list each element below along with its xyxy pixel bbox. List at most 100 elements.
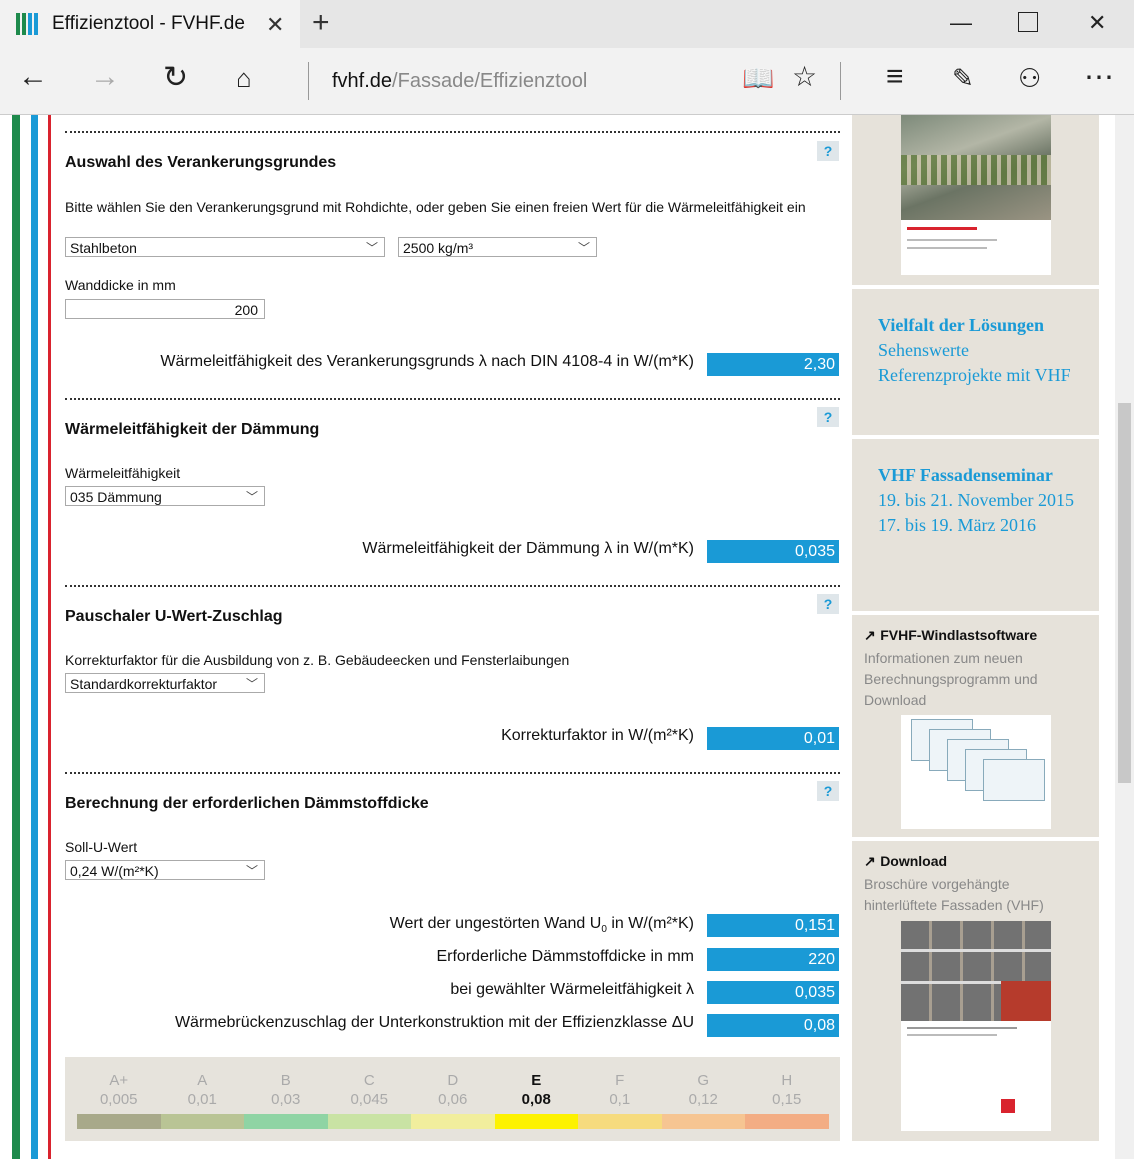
- brochure-download-cover-image: [901, 921, 1051, 1131]
- efficiency-class-name: C: [363, 1072, 375, 1089]
- density-select[interactable]: 2500 kg/m³ ﹀: [398, 237, 597, 257]
- main-content: ? Auswahl des Verankerungsgrundes Bitte …: [52, 115, 849, 1159]
- section-divider: [65, 131, 840, 133]
- browser-tab[interactable]: Effizienztool - FVHF.de ✕: [0, 0, 300, 48]
- anchor-conductivity-value: 2,30: [707, 353, 839, 376]
- refresh-icon[interactable]: ↻: [163, 60, 188, 95]
- tab-title: Effizienztool - FVHF.de: [52, 13, 245, 34]
- promo-seminar[interactable]: VHF Fassadenseminar 19. bis 21. November…: [852, 439, 1099, 611]
- reading-view-icon[interactable]: 📖: [742, 63, 774, 94]
- correction-select-value: Standardkorrekturfaktor: [70, 676, 218, 692]
- chevron-down-icon: ﹀: [577, 241, 590, 255]
- promo-references[interactable]: Vielfalt der Lösungen Sehenswerte Refere…: [852, 289, 1099, 435]
- windload-link-text: Informationen zum neuen Berechnungsprogr…: [864, 650, 1038, 708]
- heading-anchor: Auswahl des Verankerungsgrundes: [65, 154, 337, 171]
- minimize-icon[interactable]: —: [950, 10, 972, 36]
- address-path: /Fassade/Effizienztool: [392, 70, 588, 92]
- share-icon[interactable]: ⚇: [1018, 63, 1041, 94]
- brochure-teaser[interactable]: [852, 115, 1099, 285]
- efficiency-class-8: G 0,12: [662, 1071, 746, 1109]
- efficiency-class-value: 0,01: [187, 1091, 217, 1108]
- efficiency-color-bar: [578, 1114, 662, 1129]
- heading-uvalue: Pauschaler U-Wert-Zuschlag: [65, 608, 283, 625]
- efficiency-class-name: E: [531, 1072, 542, 1089]
- efficiency-class-value: 0,1: [609, 1091, 631, 1108]
- result-label: Wärmebrückenzuschlag der Unterkonstrukti…: [174, 1014, 694, 1031]
- forward-arrow-icon[interactable]: →: [90, 60, 120, 94]
- more-icon[interactable]: ⋯: [1084, 60, 1114, 95]
- efficiency-color-bar: [160, 1114, 245, 1129]
- efficiency-color-bar: [244, 1114, 328, 1129]
- close-window-icon[interactable]: ✕: [1088, 10, 1106, 36]
- help-button-anchor[interactable]: ?: [817, 141, 839, 161]
- insulation-conductivity-label: Wärmeleitfähigkeit: [65, 465, 181, 481]
- efficiency-class-value: 0,03: [271, 1091, 301, 1108]
- chevron-down-icon: ﹀: [245, 490, 258, 504]
- result-label-text: Wert der ungestörten Wand U: [389, 915, 602, 932]
- help-button-insulation[interactable]: ?: [817, 407, 839, 427]
- efficiency-class-value: 0,005: [99, 1091, 138, 1108]
- promo-seminar-title: VHF Fassadenseminar: [878, 465, 1053, 485]
- efficiency-class-name: A+: [109, 1072, 129, 1089]
- correction-select[interactable]: Standardkorrekturfaktor ﹀: [65, 673, 265, 693]
- chevron-down-icon: ﹀: [365, 241, 378, 255]
- fvhf-favicon-icon: [16, 13, 38, 35]
- windload-software-teaser[interactable]: ↗ FVHF-Windlastsoftware Informationen zu…: [852, 615, 1099, 837]
- help-button-uvalue[interactable]: ?: [817, 594, 839, 614]
- material-select[interactable]: Stahlbeton ﹀: [65, 237, 385, 257]
- favorite-star-icon[interactable]: ☆: [792, 60, 817, 93]
- target-uvalue-select[interactable]: 0,24 W/(m²*K) ﹀: [65, 860, 265, 880]
- efficiency-class-name: G: [697, 1072, 710, 1089]
- address-bar[interactable]: fvhf.de/Fassade/Effizienztool: [332, 70, 587, 93]
- vertical-scrollbar[interactable]: [1115, 115, 1134, 1159]
- anchor-conductivity-label: Wärmeleitfähigkeit des Verankerungsgrund…: [160, 353, 694, 370]
- efficiency-class-7: F 0,1: [578, 1071, 662, 1109]
- efficiency-class-value: 0,08: [521, 1091, 551, 1108]
- title-bar: Effizienztool - FVHF.de ✕ + — ✕: [0, 0, 1134, 48]
- correction-result-label: Korrekturfaktor in W/(m²*K): [501, 727, 694, 744]
- result-label-unit: in W/(m²*K): [606, 915, 694, 932]
- correction-factor-label: Korrekturfaktor für die Ausbildung von z…: [65, 652, 570, 668]
- wall-thickness-label: Wanddicke in mm: [65, 277, 176, 293]
- chevron-down-icon: ﹀: [245, 864, 258, 878]
- maximize-icon[interactable]: [1018, 12, 1038, 32]
- efficiency-color-bar: [661, 1114, 746, 1129]
- blue-stripe: [31, 115, 38, 1159]
- result-label: Erforderliche Dämmstoffdicke in mm: [436, 948, 694, 965]
- heading-insulation: Wärmeleitfähigkeit der Dämmung: [65, 421, 320, 438]
- new-tab-icon[interactable]: +: [312, 6, 330, 40]
- insulation-select[interactable]: 035 Dämmung ﹀: [65, 486, 265, 506]
- scrollbar-thumb[interactable]: [1118, 403, 1131, 783]
- download-link-title[interactable]: Download: [880, 853, 947, 869]
- efficiency-class-name: D: [447, 1072, 459, 1089]
- home-icon[interactable]: ⌂: [236, 63, 252, 94]
- insulation-select-value: 035 Dämmung: [70, 489, 162, 505]
- download-brochure-teaser[interactable]: ↗ Download Broschüre vorgehängte hinterl…: [852, 841, 1099, 1141]
- arrow-link-icon: ↗: [864, 853, 876, 869]
- insulation-result-value: 0,035: [707, 540, 839, 563]
- promo-seminar-date-1: 19. bis 21. November 2015: [878, 490, 1074, 510]
- windload-link-title[interactable]: FVHF-Windlastsoftware: [880, 627, 1037, 643]
- help-button-thickness[interactable]: ?: [817, 781, 839, 801]
- download-link-text: Broschüre vorgehängte hinterlüftete Fass…: [864, 876, 1044, 913]
- section-divider: [65, 585, 840, 587]
- efficiency-class-9: H 0,15: [745, 1071, 829, 1109]
- efficiency-class-4: C 0,045: [328, 1071, 412, 1109]
- efficiency-class-name: A: [197, 1072, 208, 1089]
- efficiency-class-scale: A+ 0,005 A 0,01 B 0,03 C 0,045 D 0,06 E 0,08 F 0,1 G 0,…: [65, 1049, 840, 1141]
- web-note-icon[interactable]: ✎: [952, 63, 974, 94]
- wall-thickness-input[interactable]: 200: [65, 299, 265, 319]
- efficiency-class-value: 0,06: [438, 1091, 468, 1108]
- density-select-value: 2500 kg/m³: [403, 240, 474, 256]
- arrow-link-icon: ↗: [864, 627, 876, 643]
- navigation-bar: ← → ↻ ⌂ fvhf.de/Fassade/Effizienztool 📖 …: [0, 48, 1134, 115]
- efficiency-class-5: D 0,06: [411, 1071, 495, 1109]
- section-divider: [65, 398, 840, 400]
- hub-icon[interactable]: ≡: [886, 60, 904, 94]
- correction-result-value: 0,01: [707, 727, 839, 750]
- software-screenshot-image: [901, 715, 1051, 829]
- close-tab-icon[interactable]: ✕: [266, 12, 284, 38]
- back-arrow-icon[interactable]: ←: [18, 60, 48, 94]
- efficiency-color-bar: [327, 1114, 412, 1129]
- efficiency-class-value: 0,12: [688, 1091, 718, 1108]
